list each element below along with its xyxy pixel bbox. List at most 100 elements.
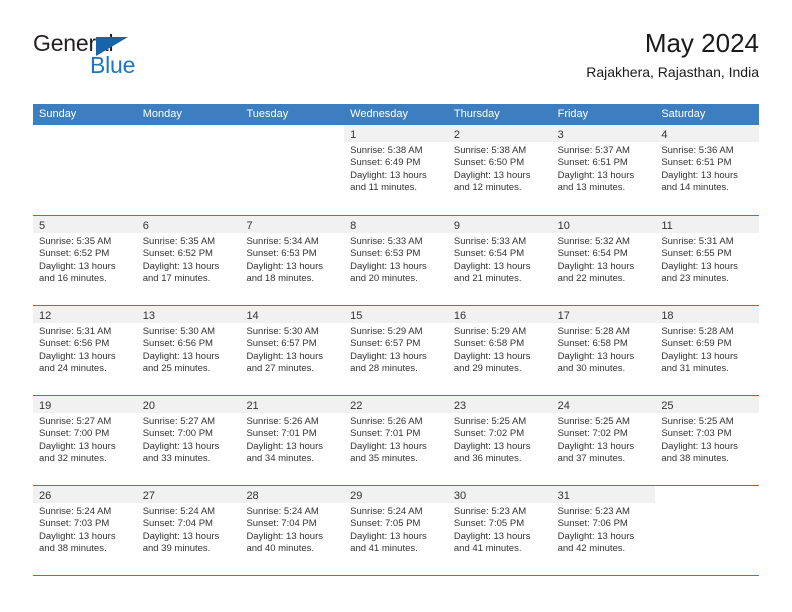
calendar-day-cell[interactable]: 3 Sunrise: 5:37 AM Sunset: 6:51 PM Daylight… bbox=[551, 125, 656, 215]
weekday-header-friday: Friday bbox=[557, 108, 589, 120]
sunset-text: Sunset: 6:56 PM bbox=[142, 338, 213, 350]
daylight-text-line2: and 31 minutes. bbox=[661, 362, 729, 374]
daylight-text-line2: and 22 minutes. bbox=[557, 272, 626, 284]
daylight-text-line1: Daylight: 13 hours bbox=[350, 260, 427, 272]
sunrise-text: Sunrise: 5:37 AM bbox=[557, 145, 630, 156]
calendar-day-cell[interactable]: 20 Sunrise: 5:27 AM Sunset: 7:00 PM Dayligh… bbox=[136, 396, 241, 485]
calendar-day-cell[interactable]: 13 Sunrise: 5:30 AM Sunset: 6:56 PM Dayligh… bbox=[136, 306, 241, 395]
sunset-text: Sunset: 7:04 PM bbox=[246, 518, 317, 530]
day-number-band: 15 bbox=[344, 306, 448, 323]
day-number-band: 17 bbox=[551, 306, 656, 323]
calendar-day-cell[interactable]: 24 Sunrise: 5:25 AM Sunset: 7:02 PM Dayligh… bbox=[551, 396, 656, 485]
sunrise-text: Sunrise: 5:24 AM bbox=[246, 506, 319, 517]
sunset-text: Sunset: 6:55 PM bbox=[661, 248, 732, 260]
calendar-day-cell[interactable]: 15 Sunrise: 5:29 AM Sunset: 6:57 PM Dayligh… bbox=[344, 306, 448, 395]
daylight-text-line1: Daylight: 13 hours bbox=[39, 260, 116, 272]
calendar-day-cell[interactable]: 23 Sunrise: 5:25 AM Sunset: 7:02 PM Dayligh… bbox=[447, 396, 552, 485]
calendar-day-cell[interactable]: 31 Sunrise: 5:23 AM Sunset: 7:06 PM Dayligh… bbox=[551, 486, 656, 575]
daylight-text-line2: and 30 minutes. bbox=[557, 362, 626, 374]
weekday-header-row: Sunday Monday Tuesday Wednesday Thursday… bbox=[33, 104, 759, 125]
day-number-band: 6 bbox=[136, 216, 241, 233]
calendar-day-cell[interactable]: 12 Sunrise: 5:31 AM Sunset: 6:56 PM Dayligh… bbox=[33, 306, 137, 395]
daylight-text-line2: and 34 minutes. bbox=[246, 452, 315, 464]
sunrise-text: Sunrise: 5:30 AM bbox=[142, 326, 216, 337]
page-title: May 2024 bbox=[644, 28, 759, 58]
sunrise-text: Sunrise: 5:34 AM bbox=[246, 236, 319, 247]
day-detail: Sunrise: 5:31 AM Sunset: 6:55 PM Daylight:… bbox=[655, 233, 759, 285]
daylight-text-line1: Daylight: 13 hours bbox=[661, 169, 738, 181]
day-detail: Sunrise: 5:26 AM Sunset: 7:01 PM Daylight:… bbox=[240, 413, 344, 465]
calendar-day-cell[interactable]: 22 Sunrise: 5:26 AM Sunset: 7:01 PM Dayligh… bbox=[344, 396, 448, 485]
calendar-day-cell[interactable]: 19 Sunrise: 5:27 AM Sunset: 7:00 PM Dayligh… bbox=[33, 396, 137, 485]
calendar-day-cell[interactable]: 16 Sunrise: 5:29 AM Sunset: 6:58 PM Dayligh… bbox=[447, 306, 552, 395]
calendar-day-cell[interactable]: 2 Sunrise: 5:38 AM Sunset: 6:50 PM Daylight… bbox=[447, 125, 552, 215]
day-number-band: 3 bbox=[551, 125, 656, 142]
sunset-text: Sunset: 7:05 PM bbox=[453, 518, 525, 530]
daylight-text-line2: and 24 minutes. bbox=[39, 362, 107, 374]
day-number: 9 bbox=[453, 220, 460, 232]
daylight-text-line1: Daylight: 13 hours bbox=[246, 530, 324, 542]
calendar-day-cell[interactable]: 18 Sunrise: 5:28 AM Sunset: 6:59 PM Dayligh… bbox=[655, 306, 760, 395]
day-detail: Sunrise: 5:24 AM Sunset: 7:04 PM Daylight:… bbox=[137, 503, 241, 555]
day-number-band bbox=[655, 486, 759, 503]
sunrise-text: Sunrise: 5:31 AM bbox=[39, 326, 112, 337]
calendar-day-cell[interactable]: 17 Sunrise: 5:28 AM Sunset: 6:58 PM Dayligh… bbox=[551, 306, 656, 395]
calendar-day-cell[interactable]: 30 Sunrise: 5:23 AM Sunset: 7:05 PM Dayligh… bbox=[447, 486, 552, 575]
sunset-text: Sunset: 6:57 PM bbox=[350, 338, 421, 350]
sunset-text: Sunset: 6:59 PM bbox=[661, 338, 732, 350]
weekday-header-tuesday: Tuesday bbox=[246, 108, 289, 120]
weekday-header-sunday: Sunday bbox=[39, 108, 77, 120]
calendar-day-cell[interactable]: 5 Sunrise: 5:35 AM Sunset: 6:52 PM Daylight… bbox=[33, 216, 137, 305]
day-number-band: 11 bbox=[655, 216, 760, 233]
daylight-text-line2: and 38 minutes. bbox=[661, 452, 729, 464]
brand-name-blue: Blue bbox=[90, 52, 136, 78]
calendar-day-cell[interactable]: 26 Sunrise: 5:24 AM Sunset: 7:03 PM Dayligh… bbox=[33, 486, 137, 575]
calendar-day-cell[interactable]: 21 Sunrise: 5:26 AM Sunset: 7:01 PM Dayligh… bbox=[240, 396, 345, 485]
day-number-band bbox=[240, 125, 344, 142]
sunset-text: Sunset: 7:03 PM bbox=[661, 428, 732, 440]
day-number: 5 bbox=[39, 220, 46, 232]
daylight-text-line2: and 18 minutes. bbox=[246, 272, 315, 284]
calendar-day-cell[interactable]: 4 Sunrise: 5:36 AM Sunset: 6:51 PM Daylight… bbox=[655, 125, 760, 215]
daylight-text-line2: and 41 minutes. bbox=[350, 542, 418, 554]
calendar-day-cell[interactable]: 6 Sunrise: 5:35 AM Sunset: 6:52 PM Daylight… bbox=[136, 216, 241, 305]
calendar-day-cell[interactable]: 14 Sunrise: 5:30 AM Sunset: 6:57 PM Dayligh… bbox=[240, 306, 345, 395]
sunrise-text: Sunrise: 5:26 AM bbox=[350, 416, 423, 427]
calendar-day-cell[interactable]: 25 Sunrise: 5:25 AM Sunset: 7:03 PM Dayligh… bbox=[655, 396, 760, 485]
grid-bottom-rule bbox=[33, 575, 759, 576]
calendar-day-cell[interactable]: 8 Sunrise: 5:33 AM Sunset: 6:53 PM Daylight… bbox=[344, 216, 448, 305]
calendar-week-row: 5 Sunrise: 5:35 AM Sunset: 6:52 PM Daylight… bbox=[33, 215, 760, 305]
daylight-text-line1: Daylight: 13 hours bbox=[557, 530, 635, 542]
calendar-day-cell[interactable]: 28 Sunrise: 5:24 AM Sunset: 7:04 PM Dayligh… bbox=[240, 486, 345, 575]
calendar-day-cell[interactable]: 11 Sunrise: 5:31 AM Sunset: 6:55 PM Dayligh… bbox=[655, 216, 760, 305]
sunset-text: Sunset: 6:57 PM bbox=[246, 338, 317, 350]
calendar-day-cell[interactable]: 9 Sunrise: 5:33 AM Sunset: 6:54 PM Daylight… bbox=[447, 216, 552, 305]
brand-logo[interactable]: General Blue bbox=[33, 28, 273, 88]
page-subtitle: Rajakhera, Rajasthan, India bbox=[586, 64, 759, 80]
daylight-text-line2: and 39 minutes. bbox=[142, 542, 211, 554]
daylight-text-line1: Daylight: 13 hours bbox=[661, 350, 738, 362]
daylight-text-line1: Daylight: 13 hours bbox=[142, 440, 220, 452]
daylight-text-line1: Daylight: 13 hours bbox=[246, 260, 324, 272]
daylight-text-line1: Daylight: 13 hours bbox=[350, 530, 427, 542]
sunrise-text: Sunrise: 5:38 AM bbox=[350, 145, 423, 156]
calendar-day-cell[interactable]: 29 Sunrise: 5:24 AM Sunset: 7:05 PM Dayligh… bbox=[344, 486, 448, 575]
sunrise-text: Sunrise: 5:38 AM bbox=[453, 145, 527, 156]
calendar-day-cell[interactable]: 10 Sunrise: 5:32 AM Sunset: 6:54 PM Dayligh… bbox=[551, 216, 656, 305]
calendar-weeks: 1 Sunrise: 5:38 AM Sunset: 6:49 PM Daylight… bbox=[33, 125, 760, 575]
day-number: 14 bbox=[246, 310, 259, 322]
daylight-text-line1: Daylight: 13 hours bbox=[350, 440, 427, 452]
calendar-page: General Blue May 2024 Rajakhera, Rajasth… bbox=[0, 0, 792, 612]
daylight-text-line2: and 17 minutes. bbox=[142, 272, 211, 284]
daylight-text-line1: Daylight: 13 hours bbox=[557, 169, 635, 181]
calendar-day-cell[interactable]: 1 Sunrise: 5:38 AM Sunset: 6:49 PM Daylight… bbox=[344, 125, 448, 215]
day-number: 10 bbox=[557, 220, 570, 232]
calendar-day-cell[interactable]: 27 Sunrise: 5:24 AM Sunset: 7:04 PM Dayligh… bbox=[136, 486, 241, 575]
daylight-text-line2: and 32 minutes. bbox=[39, 452, 107, 464]
calendar-day-cell[interactable]: 7 Sunrise: 5:34 AM Sunset: 6:53 PM Daylight… bbox=[240, 216, 345, 305]
daylight-text-line1: Daylight: 13 hours bbox=[246, 350, 324, 362]
sunset-text: Sunset: 6:56 PM bbox=[39, 338, 110, 350]
day-number: 20 bbox=[142, 400, 155, 412]
calendar-empty-cell bbox=[136, 125, 241, 215]
day-number: 19 bbox=[39, 400, 52, 412]
